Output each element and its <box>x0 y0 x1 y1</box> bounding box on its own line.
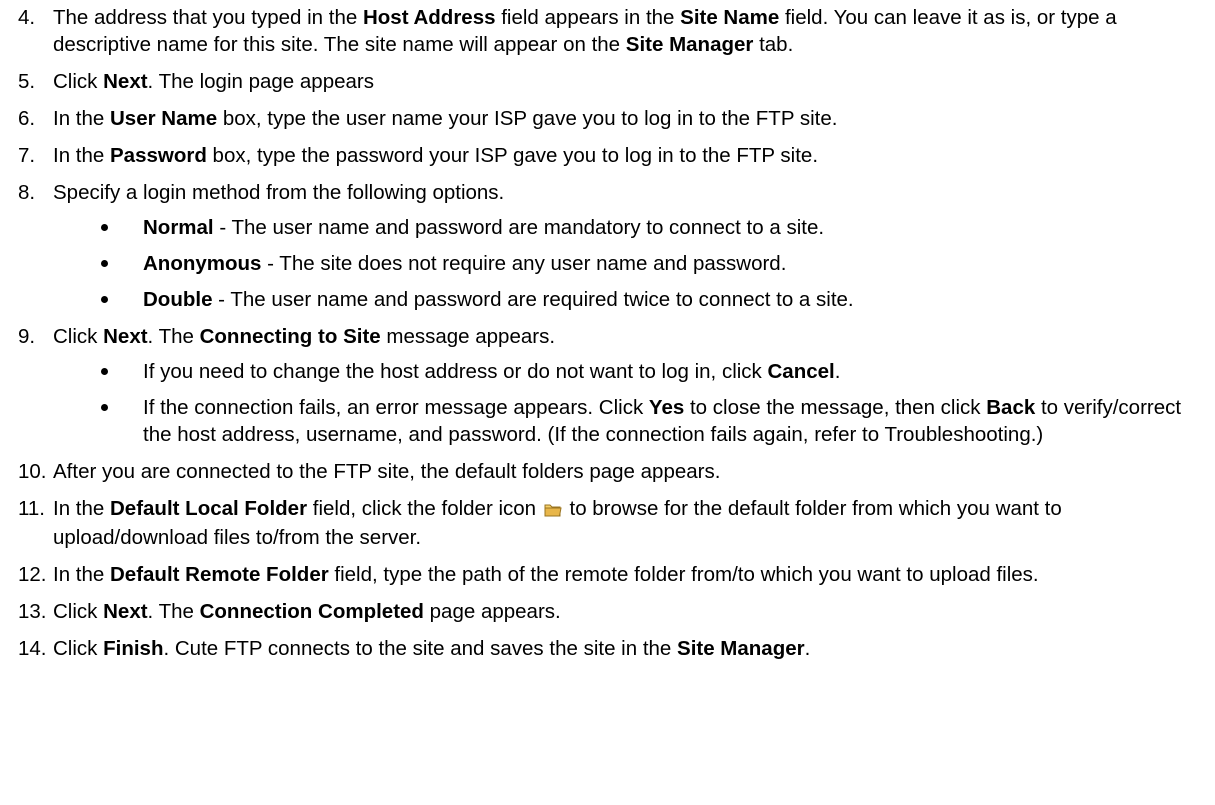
term-next: Next <box>103 600 148 623</box>
term-site-name: Site Name <box>680 6 780 29</box>
step-4: 4. The address that you typed in the Hos… <box>18 4 1205 58</box>
step-number: 8. <box>18 181 36 204</box>
step-number: 6. <box>18 107 36 130</box>
bullet <box>53 286 143 313</box>
steps-list: 4. The address that you typed in the Hos… <box>18 4 1205 662</box>
document-page: 4. The address that you typed in the Hos… <box>0 0 1215 662</box>
step-number: 14. <box>18 637 47 660</box>
note-connection-fails: If the connection fails, an error messag… <box>53 394 1205 448</box>
step-number: 11. <box>18 497 45 520</box>
step-text: Click Next. The login page appears <box>53 70 374 93</box>
term-normal: Normal <box>143 216 214 239</box>
step-content: Click Next. The Connecting to Site messa… <box>53 323 1205 448</box>
term-yes: Yes <box>648 396 685 419</box>
note-cancel: If you need to change the host address o… <box>53 358 1205 385</box>
step-number: 9. <box>18 325 36 348</box>
step-5: 5. Click Next. The login page appears <box>18 68 1205 95</box>
bullet <box>53 358 143 385</box>
term-anonymous: Anonymous <box>143 252 262 275</box>
step-number: 12. <box>18 563 47 586</box>
step-number: 4. <box>18 6 36 29</box>
term-finish: Finish <box>103 637 164 660</box>
step-text: In the Default Remote Folder field, type… <box>53 563 1039 586</box>
term-next: Next <box>103 325 148 348</box>
term-connecting-to-site: Connecting to Site <box>199 325 381 348</box>
option-double: Double - The user name and password are … <box>53 286 1205 313</box>
term-host-address: Host Address <box>362 6 496 29</box>
step-text: The address that you typed in the Host A… <box>53 6 1117 56</box>
step-6: 6. In the User Name box, type the user n… <box>18 105 1205 132</box>
folder-icon <box>544 497 562 524</box>
bullet <box>53 394 143 448</box>
step-text: Click Finish. Cute FTP connects to the s… <box>53 637 811 660</box>
step-8: 8. Specify a login method from the follo… <box>18 179 1205 313</box>
term-site-manager: Site Manager <box>625 33 754 56</box>
step-text: In the User Name box, type the user name… <box>53 107 838 130</box>
step-text: Specify a login method from the followin… <box>53 181 505 204</box>
term-next: Next <box>103 70 148 93</box>
option-anonymous: Anonymous - The site does not require an… <box>53 250 1205 277</box>
bullet <box>53 214 143 241</box>
term-connection-completed: Connection Completed <box>199 600 424 623</box>
step-number: 7. <box>18 144 36 167</box>
term-double: Double <box>143 288 213 311</box>
term-default-remote-folder: Default Remote Folder <box>110 563 329 586</box>
step-9: 9. Click Next. The Connecting to Site me… <box>18 323 1205 448</box>
step-10: 10. After you are connected to the FTP s… <box>18 458 1205 485</box>
bullet <box>53 250 143 277</box>
step-text: In the Default Local Folder field, click… <box>53 497 1062 549</box>
step-text: After you are connected to the FTP site,… <box>53 460 721 483</box>
term-password: Password <box>110 144 207 167</box>
step-text: Click Next. The Connection Completed pag… <box>53 600 561 623</box>
term-site-manager: Site Manager <box>677 637 805 660</box>
step-number: 13. <box>18 600 47 623</box>
step-text: Click Next. The Connecting to Site messa… <box>53 325 556 348</box>
step-13: 13. Click Next. The Connection Completed… <box>18 598 1205 625</box>
step-7: 7. In the Password box, type the passwor… <box>18 142 1205 169</box>
term-default-local-folder: Default Local Folder <box>110 497 308 520</box>
step-text: In the Password box, type the password y… <box>53 144 819 167</box>
step-number: 10. <box>18 460 47 483</box>
step-11: 11. In the Default Local Folder field, c… <box>18 495 1205 551</box>
term-user-name: User Name <box>110 107 218 130</box>
step-number: 5. <box>18 70 36 93</box>
login-method-options: Normal - The user name and password are … <box>53 214 1205 313</box>
connection-notes: If you need to change the host address o… <box>53 358 1205 448</box>
step-14: 14. Click Finish. Cute FTP connects to t… <box>18 635 1205 662</box>
term-cancel: Cancel <box>767 360 835 383</box>
step-12: 12. In the Default Remote Folder field, … <box>18 561 1205 588</box>
option-normal: Normal - The user name and password are … <box>53 214 1205 241</box>
step-content: Specify a login method from the followin… <box>53 179 1205 313</box>
term-back: Back <box>986 396 1036 419</box>
